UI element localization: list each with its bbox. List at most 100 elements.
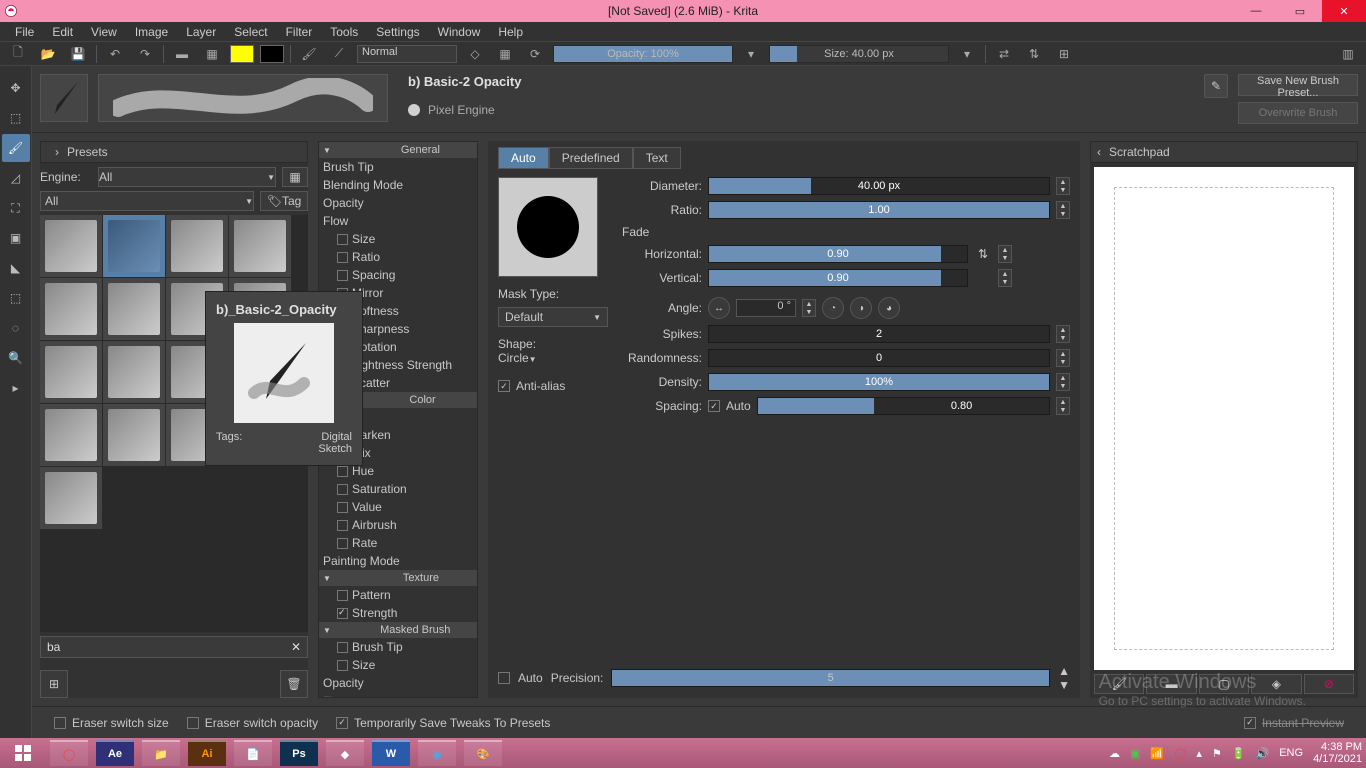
edit-brush-icon[interactable]: ✎ (1204, 74, 1228, 98)
preset-item[interactable] (166, 215, 228, 277)
eraser-toggle[interactable]: ◇ (463, 44, 487, 64)
taskbar-app-photoshop[interactable]: Ps (280, 740, 318, 766)
spacing-auto-checkbox[interactable]: ✓Auto (708, 399, 751, 413)
engine-grid-icon[interactable]: ▦ (282, 167, 308, 187)
clear-filter-icon[interactable]: ✕ (291, 640, 301, 654)
tray-onedrive-icon[interactable]: ☁ (1109, 747, 1120, 760)
tree-value[interactable]: Value (319, 498, 477, 516)
eraser-switch-opacity-checkbox[interactable]: Eraser switch opacity (187, 716, 318, 730)
tree-flow[interactable]: Flow (319, 212, 477, 230)
tab-predefined[interactable]: Predefined (549, 147, 633, 169)
bg-color-swatch[interactable] (260, 45, 284, 63)
tray-up-icon[interactable]: ▴ (1196, 747, 1202, 760)
move-tool[interactable]: ✥ (2, 74, 30, 102)
angle-dial[interactable]: ↔ (708, 297, 730, 319)
fade-link-icon[interactable]: ⇅ (974, 247, 992, 261)
gradient-button[interactable]: ▬ (170, 44, 194, 64)
precision-auto-checkbox[interactable] (498, 672, 510, 684)
scratch-fill-button[interactable]: ▢ (1199, 674, 1249, 694)
preset-item[interactable] (103, 215, 165, 277)
preset-item[interactable] (40, 278, 102, 340)
tree-saturation[interactable]: Saturation (319, 480, 477, 498)
horizontal-spinner[interactable]: ▲▼ (998, 245, 1012, 263)
select-tool[interactable]: ⬚ (2, 104, 30, 132)
temp-save-checkbox[interactable]: ✓Temporarily Save Tweaks To Presets (336, 716, 550, 730)
window-close[interactable]: ✕ (1322, 0, 1366, 22)
fg-color-swatch[interactable] (230, 45, 254, 63)
instant-preview-checkbox[interactable]: ✓Instant Preview (1244, 716, 1344, 730)
tab-auto[interactable]: Auto (498, 147, 549, 169)
preset-item[interactable] (103, 278, 165, 340)
delete-preset-button[interactable]: 🗑 (280, 670, 308, 698)
ratio-spinner[interactable]: ▲▼ (1056, 201, 1070, 219)
angle-preset-1[interactable]: ◔ (822, 297, 844, 319)
taskbar-app-aftereffects[interactable]: Ae (96, 740, 134, 766)
menu-filter[interactable]: Filter (277, 23, 322, 41)
preset-item[interactable] (103, 404, 165, 466)
tree-opacity-2[interactable]: Opacity (319, 674, 477, 692)
tray-flag-icon[interactable]: ⚑ (1212, 747, 1222, 760)
scratch-reset-button[interactable]: ⊘ (1304, 674, 1354, 694)
randomness-spinner[interactable]: ▲▼ (1056, 349, 1070, 367)
preset-filter-input[interactable]: ba✕ (40, 636, 308, 658)
spacing-slider[interactable]: 0.80 (757, 397, 1050, 415)
tray-shield-icon[interactable]: ▣ (1130, 747, 1140, 760)
eraser-switch-size-checkbox[interactable]: Eraser switch size (54, 716, 169, 730)
scratchpad-header[interactable]: ‹Scratchpad (1090, 141, 1358, 163)
tag-button[interactable]: 🏷 Tag (260, 191, 308, 211)
menu-tools[interactable]: Tools (321, 23, 367, 41)
picker-tool[interactable]: ◣ (2, 254, 30, 282)
blending-mode-dropdown[interactable]: Normal (357, 45, 457, 63)
presets-header[interactable]: ›Presets (40, 141, 308, 163)
menu-file[interactable]: File (6, 23, 43, 41)
window-maximize[interactable]: ▭ (1278, 0, 1322, 22)
brush-tool[interactable]: 🖌 (2, 134, 30, 162)
menu-view[interactable]: View (82, 23, 126, 41)
tree-size-2[interactable]: Size (319, 656, 477, 674)
precision-spinner[interactable]: ▲▼ (1058, 664, 1070, 692)
tree-painting-mode[interactable]: Painting Mode (319, 552, 477, 570)
toolbox-toggle[interactable]: ▸ (2, 374, 30, 402)
tray-volume-icon[interactable]: 🔊 (1256, 747, 1270, 760)
spikes-slider[interactable]: 2 (708, 325, 1050, 343)
menu-image[interactable]: Image (126, 23, 177, 41)
anti-alias-checkbox[interactable]: ✓Anti-alias (498, 379, 608, 393)
angle-spinner[interactable]: ▲▼ (802, 299, 816, 317)
save-new-preset-button[interactable]: Save New Brush Preset... (1238, 74, 1358, 96)
brush-settings-icon[interactable]: ⟋ (327, 44, 351, 64)
open-file-button[interactable]: 📂 (36, 44, 60, 64)
menu-window[interactable]: Window (429, 23, 490, 41)
menu-help[interactable]: Help (489, 23, 532, 41)
tab-text[interactable]: Text (633, 147, 681, 169)
preset-item[interactable] (40, 215, 102, 277)
tree-spacing[interactable]: Spacing (319, 266, 477, 284)
ratio-slider[interactable]: 1.00 (708, 201, 1050, 219)
tree-brush-tip[interactable]: Brush Tip (319, 158, 477, 176)
tray-network-icon[interactable]: 📶 (1150, 747, 1164, 760)
horizontal-slider[interactable]: 0.90 (708, 245, 968, 263)
workspace-button[interactable]: ▥ (1336, 44, 1360, 64)
mirror-h-button[interactable]: ⇄ (992, 44, 1016, 64)
scratch-gradient-button[interactable]: ▬ (1146, 674, 1196, 694)
diameter-slider[interactable]: 40.00 px (708, 177, 1050, 195)
preset-item[interactable] (40, 467, 102, 529)
reload-preset[interactable]: ⟳ (523, 44, 547, 64)
tree-blending-mode[interactable]: Blending Mode (319, 176, 477, 194)
angle-preset-2[interactable]: ◑ (850, 297, 872, 319)
menu-edit[interactable]: Edit (43, 23, 82, 41)
transform-tool[interactable]: ▣ (2, 224, 30, 252)
save-button[interactable]: 💾 (66, 44, 90, 64)
preset-item[interactable] (40, 341, 102, 403)
pattern-button[interactable]: ▦ (200, 44, 224, 64)
overwrite-brush-button[interactable]: Overwrite Brush (1238, 102, 1358, 124)
redo-button[interactable]: ↷ (133, 44, 157, 64)
engine-combo[interactable]: All▼ (98, 167, 276, 187)
scratchpad-canvas[interactable] (1094, 167, 1354, 670)
tray-clock[interactable]: 4:38 PM 4/17/2021 (1313, 741, 1362, 765)
menu-settings[interactable]: Settings (367, 23, 428, 41)
precision-slider[interactable]: 5 (611, 669, 1050, 687)
window-minimize[interactable]: — (1234, 0, 1278, 22)
tree-flow-2[interactable]: Flow (319, 692, 477, 698)
density-slider[interactable]: 100% (708, 373, 1050, 391)
diameter-spinner[interactable]: ▲▼ (1056, 177, 1070, 195)
